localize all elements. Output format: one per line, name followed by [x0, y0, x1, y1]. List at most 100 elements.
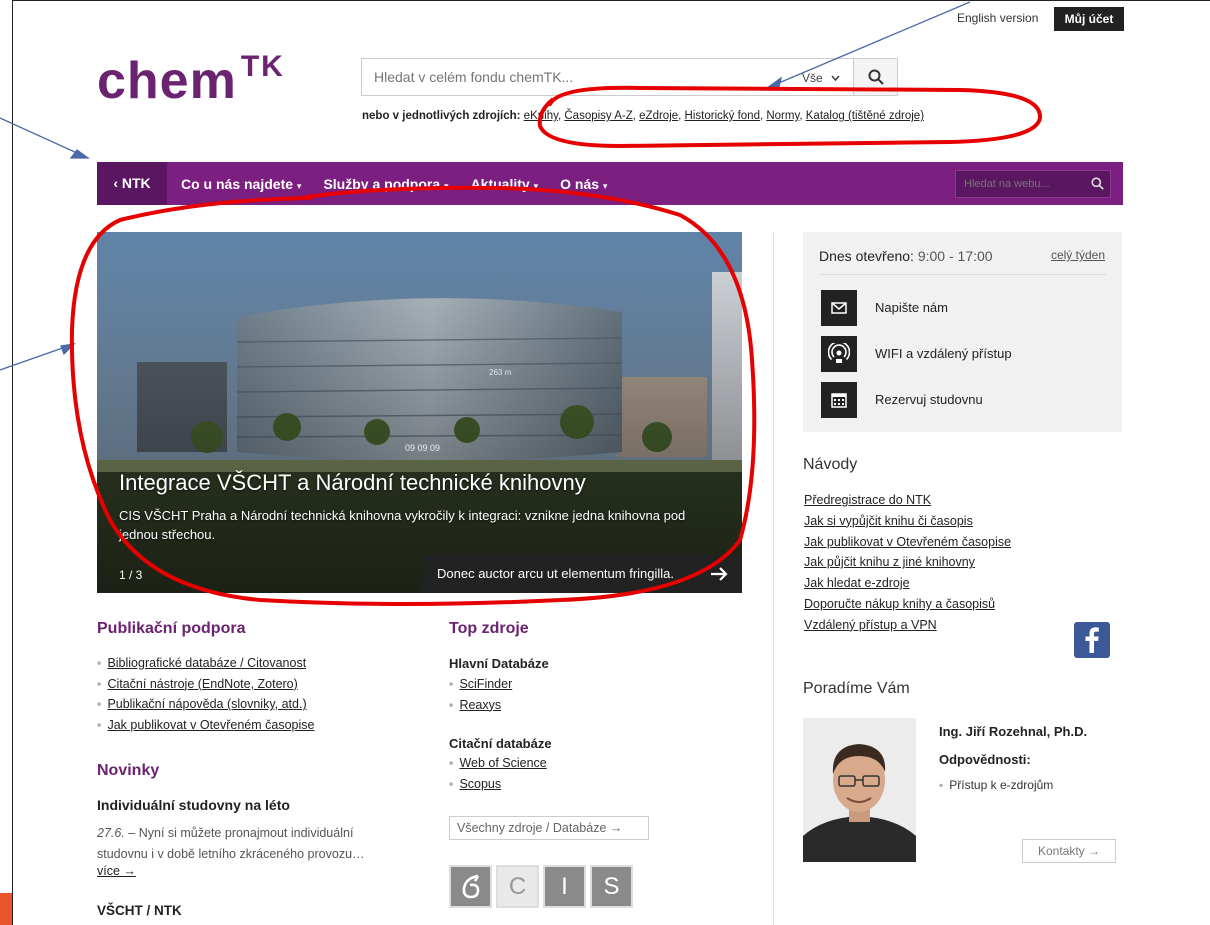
- search-button[interactable]: [853, 59, 897, 95]
- list-item: ▪ Reaxys: [449, 695, 512, 716]
- hero-title[interactable]: Integrace VŠCHT a Národní technické knih…: [119, 470, 586, 496]
- cis-logo[interactable]: C I S: [449, 865, 633, 908]
- publication-heading: Publikační podpora: [97, 620, 246, 637]
- main-nav: ‹ NTK Co u nás najdete ▾ Služby a podpor…: [97, 162, 1123, 205]
- publication-link[interactable]: Citační nástroje (EndNote, Zotero): [107, 677, 297, 691]
- guide-link[interactable]: Jak si vypůjčit knihu či časopis: [804, 514, 973, 528]
- top-sources-heading: Top zdroje: [449, 620, 529, 637]
- news-item-body: – Nyní si můžete pronajmout individuální…: [97, 826, 365, 861]
- advisor-resp-label: Odpovědnosti:: [939, 752, 1031, 767]
- nav-back-label: NTK: [121, 175, 151, 191]
- wifi-row[interactable]: WIFI a vzdálený přístup: [821, 336, 1111, 372]
- hero-building-number: 263 m: [489, 368, 512, 377]
- source-link-katalog[interactable]: Katalog (tištěné zdroje): [806, 110, 924, 122]
- news-item-date: 27.6.: [97, 826, 125, 840]
- all-sources-button[interactable]: Všechny zdroje / Databáze →: [449, 816, 649, 840]
- source-links: nebo v jednotlivých zdrojích: eKnihy, Ča…: [362, 110, 925, 122]
- nav-item-co-u-nas[interactable]: Co u nás najdete ▾: [181, 176, 301, 192]
- whole-week-link[interactable]: celý týden: [1051, 248, 1105, 262]
- list-item: Jak publikovat v Otevřeném časopise: [804, 532, 1011, 553]
- bullet: ▪: [449, 776, 454, 791]
- cis-letter-i: I: [543, 865, 586, 908]
- guide-link[interactable]: Jak půjčit knihu z jiné knihovny: [804, 555, 975, 569]
- nav-item-label: Aktuality: [470, 175, 530, 192]
- news-item-title[interactable]: Individuální studovny na léto: [97, 797, 290, 813]
- guides-heading: Návody: [803, 456, 858, 473]
- list-item: Doporučte nákup knihy a časopisů: [804, 594, 1011, 615]
- advisor-photo: [803, 718, 916, 862]
- bullet: ▪: [449, 697, 454, 712]
- guide-link[interactable]: Doporučte nákup knihy a časopisů: [804, 597, 995, 611]
- column-divider: [773, 232, 774, 925]
- nav-item-sluzby[interactable]: Služby a podpora ▾: [323, 176, 448, 192]
- advisor-resp-item: ▪ Přístup k e-zdrojům: [939, 778, 1053, 792]
- search-icon: [868, 69, 884, 85]
- bullet: ▪: [97, 656, 102, 670]
- contact-us-row[interactable]: Napište nám: [821, 290, 1111, 326]
- catalog-search-input[interactable]: [374, 59, 794, 95]
- cis-logo-mark: [449, 865, 492, 908]
- bullet: ▪: [97, 676, 102, 691]
- nav-back-ntk[interactable]: ‹ NTK: [97, 162, 167, 205]
- publication-link[interactable]: Bibliografické databáze / Citovanost: [107, 656, 306, 670]
- hero-slider[interactable]: 09 09 09 263 m Integrace VŠCHT a Národní…: [97, 232, 742, 593]
- news-item-title-2[interactable]: VŠCHT / NTK: [97, 903, 182, 918]
- nav-item-o-nas[interactable]: O nás ▾: [560, 176, 607, 192]
- opening-hours: Dnes otevřeno: 9:00 - 17:00: [819, 248, 993, 264]
- list-item: ▪ Web of Science: [449, 753, 547, 774]
- nav-item-label: O nás: [560, 175, 600, 192]
- sources-prefix: nebo v jednotlivých zdrojích:: [362, 110, 521, 122]
- list-item: Vzdálený přístup a VPN: [804, 615, 1011, 636]
- account-button[interactable]: Můj účet: [1054, 7, 1124, 31]
- source-link-casopisy[interactable]: Časopisy A-Z: [564, 110, 632, 122]
- cis-letter-c: C: [496, 865, 539, 908]
- catalog-search: Vše: [361, 58, 898, 96]
- caret-down-icon: ▾: [444, 180, 449, 191]
- guide-link[interactable]: Vzdálený přístup a VPN: [804, 618, 937, 632]
- web-search-input[interactable]: [964, 171, 1084, 197]
- source-link-normy[interactable]: Normy: [766, 110, 799, 122]
- search-icon[interactable]: [1091, 177, 1104, 190]
- cis-letter-s: S: [590, 865, 633, 908]
- guide-link[interactable]: Jak publikovat v Otevřeném časopise: [804, 535, 1011, 549]
- search-scope-select[interactable]: Vše: [802, 59, 840, 95]
- source-link-eknihy[interactable]: eKnihy: [524, 110, 558, 122]
- logo-sup: TK: [240, 50, 285, 83]
- source-link[interactable]: Scopus: [459, 777, 501, 791]
- side-accent: [0, 893, 12, 925]
- source-link-ezdroje[interactable]: eZdroje: [639, 110, 678, 122]
- guides-list: Předregistrace do NTK Jak si vypůjčit kn…: [804, 490, 1011, 636]
- publication-link[interactable]: Publikační nápověda (slovniky, atd.): [107, 697, 306, 711]
- publication-link[interactable]: Jak publikovat v Otevřeném časopise: [107, 718, 314, 732]
- news-item-text: 27.6. – Nyní si můžete pronajmout indivi…: [97, 823, 407, 864]
- hero-counter: 1 / 3: [119, 568, 143, 582]
- divider: [819, 274, 1106, 275]
- news-more-link[interactable]: více →: [97, 864, 136, 878]
- list-item: ▪ Publikační nápověda (slovniky, atd.): [97, 694, 314, 715]
- contacts-button[interactable]: Kontakty →: [1022, 839, 1116, 863]
- arrow-right-icon: [711, 567, 728, 581]
- opening-hours-value: 9:00 - 17:00: [917, 248, 993, 264]
- source-link-historicky[interactable]: Historický fond: [685, 110, 760, 122]
- bullet: ▪: [449, 756, 454, 770]
- source-link[interactable]: Reaxys: [459, 698, 501, 712]
- main-db-heading: Hlavní Databáze: [449, 656, 549, 671]
- source-link[interactable]: SciFinder: [459, 677, 512, 691]
- facebook-icon[interactable]: [1074, 622, 1110, 658]
- hero-next-button[interactable]: Donec auctor arcu ut elementum fringilla…: [423, 555, 742, 593]
- main-db-list: ▪ SciFinder ▪ Reaxys: [449, 674, 512, 715]
- chevron-down-icon: [831, 75, 840, 82]
- bullet: ▪: [449, 677, 454, 691]
- web-search: [955, 170, 1111, 198]
- caret-down-icon: ▾: [533, 180, 539, 191]
- english-version-link[interactable]: English version: [957, 11, 1038, 25]
- guide-link[interactable]: Předregistrace do NTK: [804, 493, 931, 507]
- chemtk-logo[interactable]: chem TK: [97, 50, 285, 111]
- list-item: Předregistrace do NTK: [804, 490, 1011, 511]
- wifi-label: WIFI a vzdálený přístup: [875, 346, 1012, 361]
- source-link[interactable]: Web of Science: [459, 756, 546, 770]
- nav-item-aktuality[interactable]: Aktuality ▾: [471, 176, 539, 192]
- news-heading: Novinky: [97, 762, 160, 779]
- reserve-row[interactable]: Rezervuj studovnu: [821, 382, 1111, 418]
- guide-link[interactable]: Jak hledat e-zdroje: [804, 576, 910, 590]
